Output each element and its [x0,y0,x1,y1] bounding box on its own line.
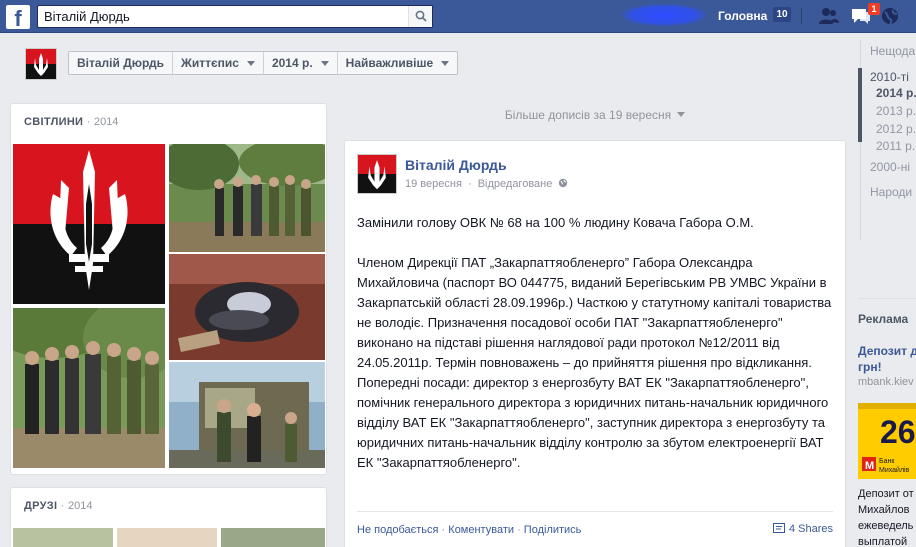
chevron-down-icon [320,60,329,66]
friend-photo[interactable] [221,528,325,547]
post-author-avatar[interactable] [357,154,397,194]
photo-flag-trident[interactable] [13,144,165,304]
photo-content-soldiers [13,308,165,468]
timeline-post: Віталій Дюрдь 19 вересня · Відредаговане… [344,140,846,547]
year-active-indicator [858,68,862,142]
photos-card-title[interactable]: СВІТЛИНИ · 2014 [24,116,118,128]
photo-truck[interactable] [169,362,325,468]
year-nav-2014[interactable]: 2014 р. [876,86,916,100]
friend-requests-icon[interactable] [818,6,840,26]
crumb-highlights[interactable]: Найважливіше [338,52,458,74]
photo-group-forest[interactable] [169,144,325,252]
profile-avatar[interactable] [25,48,57,80]
post-paragraph: Членом Дирекції ПАТ „Закарпаттяобленерго… [357,255,832,470]
year-nav-2000s[interactable]: 2000-ні [870,160,910,174]
year-nav-recent[interactable]: Нещода [870,44,915,58]
flag-trident-icon [358,155,396,193]
ads-title: Реклама [858,312,909,326]
photos-card: СВІТЛИНИ · 2014 [10,103,327,475]
photo-content-truck [169,362,325,468]
year-nav-2012[interactable]: 2012 р. [876,122,916,136]
blurred-profile-name[interactable] [622,4,706,26]
post-body: Замінили голову ОВК № 68 на 100 % людину… [357,213,837,493]
search-box [37,5,433,28]
search-input[interactable] [38,6,408,27]
ad-image[interactable]: 26 M Банк Михайлів [858,403,916,479]
post-paragraph: Замінили голову ОВК № 68 на 100 % людину… [357,215,754,230]
ad-body: Депозит от Михайлов ежеведель выплатой [858,488,914,547]
year-nav-2011[interactable]: 2011 р. [876,139,915,153]
crumb-year[interactable]: 2014 р. [264,52,338,74]
year-nav-born[interactable]: Народи [870,185,912,199]
photo-content-forest [169,144,325,252]
post-actions: Не подобається · Коментувати · Поділитис… [357,524,582,536]
photo-dark-object[interactable] [169,254,325,360]
share-icon [772,523,785,533]
unlike-button[interactable]: Не подобається [357,524,439,536]
friends-card: ДРУЗІ · 2014 [10,487,327,547]
shares-count[interactable]: 4 Shares [772,523,833,535]
trident-emblem-icon [13,144,165,304]
home-link[interactable]: Головна [718,9,767,23]
share-button[interactable]: Поділитись [524,524,582,536]
post-author-name[interactable]: Віталій Дюрдь [405,157,507,173]
ad-image-content: 26 M Банк Михайлів [858,403,916,479]
breadcrumb: Віталій Дюрдь Життєпис 2014 р. Найважлив… [68,51,459,75]
search-icon [415,10,427,22]
crumb-label: Найважливіше [345,56,434,70]
post-divider [357,511,833,512]
search-button[interactable] [408,6,432,27]
ad-title[interactable]: Депозит д грн! [858,343,916,375]
ad-bank-name: Михайлів [879,466,910,474]
year-nav-2013[interactable]: 2013 р. [876,104,916,118]
globe-icon[interactable] [879,6,901,26]
crumb-timeline[interactable]: Життєпис [173,52,264,74]
post-meta: 19 вересня · Відредаговане [405,178,568,190]
friend-photo[interactable] [13,528,113,547]
more-posts-link[interactable]: Більше дописів за 19 вересня [344,108,846,122]
chevron-down-icon [677,112,686,117]
crumb-label: Віталій Дюрдь [77,56,165,70]
year-navigation: Нещода 2010-ті 2014 р. 2013 р. 2012 р. 2… [858,40,916,240]
post-edited-label[interactable]: Відредаговане [478,178,553,190]
ad-number: 26 [880,414,916,450]
facebook-logo-icon[interactable]: f [6,5,30,31]
home-count-badge: 10 [773,7,791,22]
crumb-label: 2014 р. [271,56,313,70]
top-bar: f Головна 10 1 [0,0,916,33]
ad-domain[interactable]: mbank.kiev [858,376,914,388]
crumb-profile-name[interactable]: Віталій Дюрдь [69,52,174,74]
topbar-divider [801,8,802,24]
post-date[interactable]: 19 вересня [405,178,462,190]
chevron-down-icon [441,60,450,66]
flag-trident-icon [26,49,56,79]
privacy-globe-icon[interactable] [558,178,568,188]
photo-content-object [169,254,325,360]
ad-bank-name: Банк [879,458,895,465]
timeline-scrubber-bar: Віталій Дюрдь Життєпис 2014 р. Найважлив… [10,40,846,88]
chevron-down-icon [246,60,255,66]
crumb-label: Життєпис [181,56,239,70]
friends-card-title[interactable]: ДРУЗІ · 2014 [24,500,93,512]
ads-divider [858,298,916,299]
friend-photo[interactable] [117,528,217,547]
photo-group-soldiers[interactable] [13,308,165,468]
year-nav-2010s[interactable]: 2010-ті [870,70,909,84]
comment-button[interactable]: Коментувати [448,524,514,536]
bank-logo-icon: M [865,460,874,472]
